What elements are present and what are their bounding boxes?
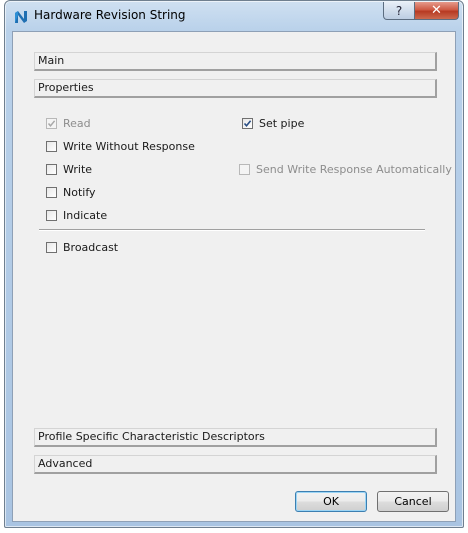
section-profile-descriptors-header[interactable]: Profile Specific Characteristic Descript… (34, 428, 437, 447)
send-write-response-label: Send Write Response Automatically (256, 162, 452, 176)
read-label: Read (63, 116, 91, 130)
indicate-checkbox-row[interactable]: Indicate (46, 207, 107, 223)
write-without-response-checkbox[interactable] (46, 140, 57, 152)
indicate-checkbox[interactable] (46, 209, 57, 221)
help-button[interactable]: ? (383, 2, 415, 20)
section-properties-header[interactable]: Properties (34, 79, 437, 98)
set-pipe-checkbox-row[interactable]: Set pipe (242, 115, 304, 131)
set-pipe-label: Set pipe (259, 116, 305, 130)
write-without-response-label: Write Without Response (63, 139, 195, 153)
section-main-header[interactable]: Main (34, 52, 437, 71)
read-checkbox (46, 117, 57, 129)
write-checkbox-row[interactable]: Write (46, 161, 92, 177)
send-write-response-checkbox (239, 163, 250, 175)
dialog-window: Hardware Revision String ? ✕ Main Proper… (4, 0, 464, 528)
dialog-client-area: Main Properties Read Write Without Respo… (12, 31, 456, 522)
title-bar[interactable]: Hardware Revision String ? ✕ (5, 1, 463, 31)
help-icon: ? (395, 3, 403, 18)
indicate-label: Indicate (63, 208, 108, 222)
write-checkbox[interactable] (46, 163, 57, 175)
window-title: Hardware Revision String (34, 8, 186, 22)
set-pipe-checkbox[interactable] (242, 117, 253, 129)
close-icon: ✕ (431, 3, 442, 18)
broadcast-checkbox-row[interactable]: Broadcast (46, 239, 118, 255)
broadcast-label: Broadcast (63, 240, 119, 254)
write-without-response-checkbox-row[interactable]: Write Without Response (46, 138, 195, 154)
read-checkbox-row: Read (46, 115, 91, 131)
ok-button[interactable]: OK (295, 491, 367, 512)
cancel-button[interactable]: Cancel (377, 491, 449, 512)
close-button[interactable]: ✕ (414, 2, 459, 20)
section-advanced-header[interactable]: Advanced (34, 455, 437, 474)
broadcast-checkbox[interactable] (46, 241, 57, 253)
notify-label: Notify (63, 185, 96, 199)
write-label: Write (63, 162, 93, 176)
send-write-response-checkbox-row: Send Write Response Automatically (239, 161, 452, 177)
notify-checkbox[interactable] (46, 186, 57, 198)
notify-checkbox-row[interactable]: Notify (46, 184, 96, 200)
properties-divider (39, 229, 425, 231)
nordic-n-icon (14, 10, 28, 24)
